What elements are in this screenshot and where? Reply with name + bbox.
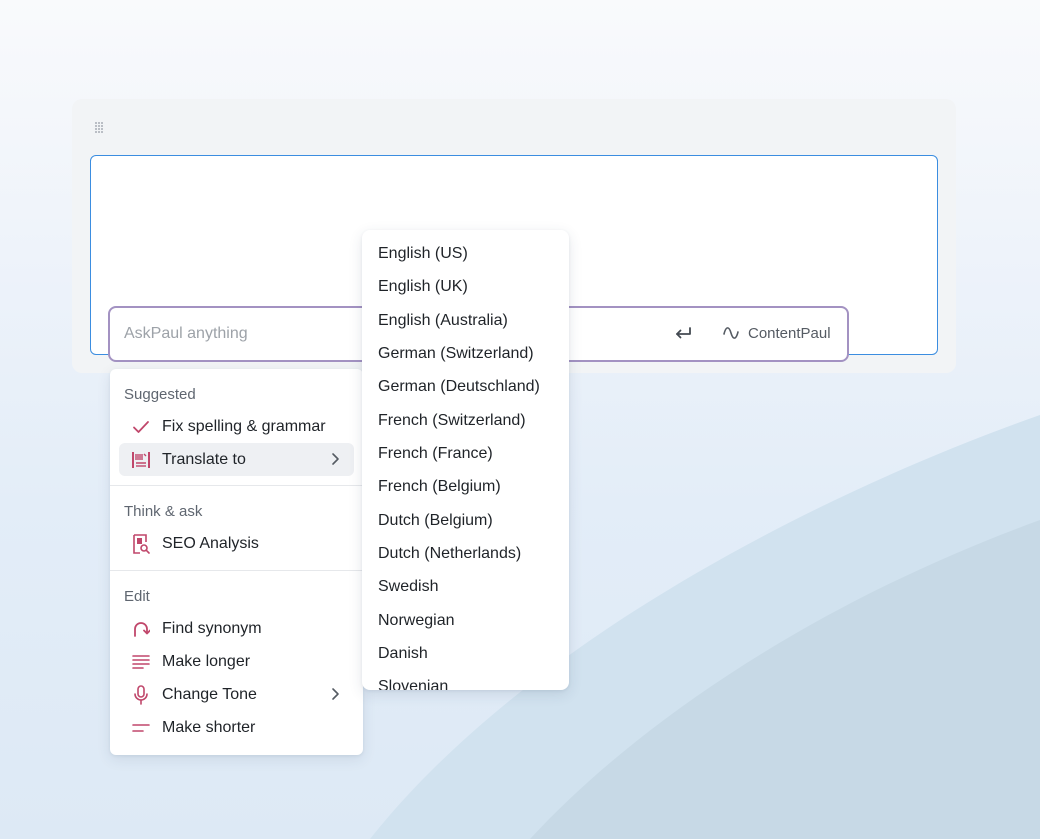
drag-handle-icon[interactable] xyxy=(95,122,105,134)
seo-analysis-icon xyxy=(130,533,152,555)
language-option[interactable]: Swedish xyxy=(378,578,438,596)
menu-item-change-tone[interactable]: Change Tone xyxy=(119,678,354,711)
wave-icon xyxy=(723,327,739,339)
menu-item-translate-to[interactable]: Translate to xyxy=(119,443,354,476)
language-option[interactable]: Slovenian xyxy=(378,678,448,690)
language-option[interactable]: English (UK) xyxy=(378,278,468,296)
chevron-right-icon xyxy=(332,453,339,465)
chevron-right-icon xyxy=(332,688,339,700)
menu-divider xyxy=(110,570,363,571)
ask-input[interactable] xyxy=(124,320,354,348)
short-lines-icon xyxy=(130,717,152,739)
section-label-suggested: Suggested xyxy=(124,386,196,403)
brand-label: ContentPaul xyxy=(748,324,831,342)
menu-item-label: Make shorter xyxy=(162,718,256,736)
contentpaul-brand: ContentPaul xyxy=(722,324,831,342)
translate-icon xyxy=(130,449,152,471)
menu-item-make-longer[interactable]: Make longer xyxy=(119,645,354,678)
menu-divider xyxy=(110,485,363,486)
language-option[interactable]: German (Switzerland) xyxy=(378,345,534,363)
menu-item-fix-spelling[interactable]: Fix spelling & grammar xyxy=(119,410,354,443)
enter-icon[interactable] xyxy=(671,322,695,346)
menu-item-label: Find synonym xyxy=(162,619,262,637)
menu-item-seo-analysis[interactable]: SEO Analysis xyxy=(119,527,354,560)
section-label-think-ask: Think & ask xyxy=(124,503,203,520)
menu-item-label: Change Tone xyxy=(162,685,257,703)
language-option[interactable]: Norwegian xyxy=(378,612,454,630)
menu-item-label: Fix spelling & grammar xyxy=(162,417,326,435)
ai-actions-menu: Suggested Fix spelling & grammar Transla… xyxy=(110,369,363,755)
language-option[interactable]: French (France) xyxy=(378,445,493,463)
microphone-icon xyxy=(130,684,152,706)
translate-submenu: English (US) English (UK) English (Austr… xyxy=(362,230,569,690)
language-option[interactable]: English (Australia) xyxy=(378,312,508,330)
language-option[interactable]: Danish xyxy=(378,645,428,663)
language-option[interactable]: English (US) xyxy=(378,245,468,263)
menu-item-make-shorter[interactable]: Make shorter xyxy=(119,711,354,744)
menu-item-find-synonym[interactable]: Find synonym xyxy=(119,612,354,645)
language-option[interactable]: German (Deutschland) xyxy=(378,378,540,396)
menu-item-label: Translate to xyxy=(162,450,246,468)
menu-item-label: Make longer xyxy=(162,652,251,670)
check-icon xyxy=(130,416,152,438)
language-option[interactable]: French (Switzerland) xyxy=(378,412,526,430)
language-option[interactable]: French (Belgium) xyxy=(378,478,501,496)
redo-arrow-icon xyxy=(130,618,152,640)
language-option[interactable]: Dutch (Belgium) xyxy=(378,512,493,530)
menu-item-label: SEO Analysis xyxy=(162,534,259,552)
section-label-edit: Edit xyxy=(124,588,150,605)
language-option[interactable]: Dutch (Netherlands) xyxy=(378,545,521,563)
text-lines-icon xyxy=(130,651,152,673)
